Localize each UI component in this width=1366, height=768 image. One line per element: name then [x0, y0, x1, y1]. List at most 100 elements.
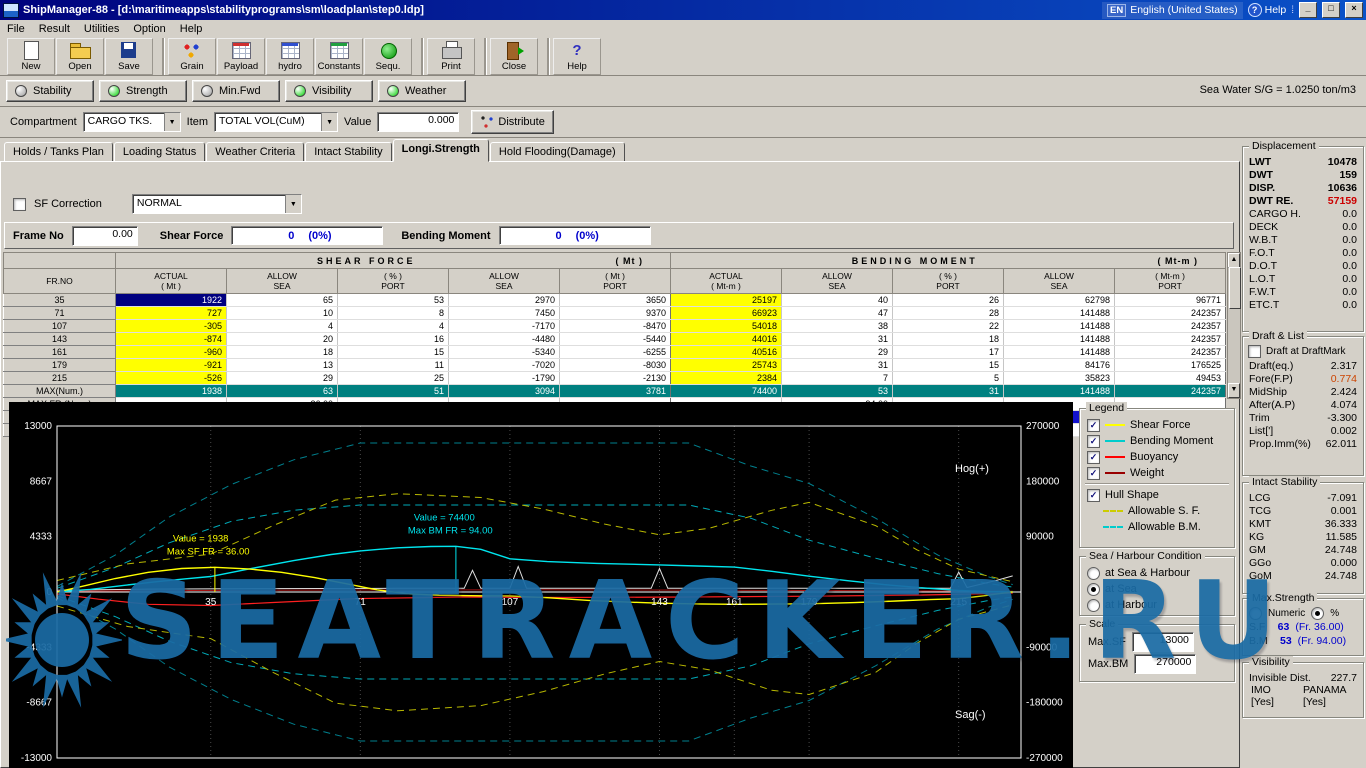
at-sea-radio[interactable] — [1087, 583, 1100, 596]
table-cell[interactable]: 141488 — [1004, 307, 1115, 320]
table-cell[interactable]: 54018 — [671, 320, 782, 333]
fr-no-cell[interactable]: 71 — [4, 307, 116, 320]
language-bar-grip-icon[interactable]: ⁞ — [1291, 5, 1294, 16]
table-cell[interactable]: -7020 — [449, 359, 560, 372]
tab-holds-tanks-plan[interactable]: Holds / Tanks Plan — [4, 142, 113, 163]
table-cell[interactable]: 4 — [338, 320, 449, 333]
compartment-select[interactable]: CARGO TKS. ▼ — [83, 112, 181, 132]
weather-mode-button[interactable]: Weather — [378, 80, 466, 102]
visibility-mode-button[interactable]: Visibility — [285, 80, 373, 102]
minimize-button[interactable]: _ — [1299, 2, 1317, 18]
new-button[interactable]: New — [7, 38, 55, 75]
table-cell[interactable]: 242357 — [1115, 320, 1226, 333]
at-harbour-radio[interactable] — [1087, 599, 1100, 612]
constants-button[interactable]: Constants — [315, 38, 363, 75]
table-cell[interactable]: 53 — [338, 294, 449, 307]
table-cell[interactable]: 35823 — [1004, 372, 1115, 385]
menu-item-result[interactable]: Result — [32, 22, 77, 36]
save-button[interactable]: Save — [105, 38, 153, 75]
sf-correction-checkbox[interactable] — [13, 198, 26, 211]
table-cell[interactable]: 15 — [893, 359, 1004, 372]
table-cell[interactable]: -874 — [116, 333, 227, 346]
item-select[interactable]: TOTAL VOL(CuM) ▼ — [214, 112, 338, 132]
table-cell[interactable]: -305 — [116, 320, 227, 333]
menu-item-utilities[interactable]: Utilities — [77, 22, 126, 36]
help-button[interactable]: ?Help — [553, 38, 601, 75]
radio-at-sea[interactable]: at Sea — [1080, 581, 1234, 597]
table-cell[interactable]: -5340 — [449, 346, 560, 359]
table-cell[interactable]: -7170 — [449, 320, 560, 333]
table-cell[interactable]: 84176 — [1004, 359, 1115, 372]
tab-longi-strength[interactable]: Longi.Strength — [393, 139, 489, 162]
titlebar-help[interactable]: ? Help — [1248, 3, 1287, 17]
table-cell[interactable]: 5 — [893, 372, 1004, 385]
tab-loading-status[interactable]: Loading Status — [114, 142, 205, 163]
table-cell[interactable]: 63 — [227, 385, 338, 398]
chevron-down-icon[interactable]: ▼ — [285, 195, 301, 213]
table-cell[interactable]: 25197 — [671, 294, 782, 307]
bending-moment-checkbox[interactable]: ✓ — [1087, 435, 1100, 448]
hull-shape-checkbox[interactable]: ✓ — [1087, 489, 1100, 502]
table-cell[interactable]: -6255 — [560, 346, 671, 359]
table-cell[interactable]: 22 — [893, 320, 1004, 333]
table-cell[interactable]: 40516 — [671, 346, 782, 359]
table-cell[interactable]: 4 — [227, 320, 338, 333]
table-cell[interactable]: 3781 — [560, 385, 671, 398]
table-cell[interactable]: -921 — [116, 359, 227, 372]
buoyancy-checkbox[interactable]: ✓ — [1087, 451, 1100, 464]
table-cell[interactable]: 40 — [782, 294, 893, 307]
table-cell[interactable]: 242357 — [1115, 333, 1226, 346]
fr-no-cell[interactable]: 179 — [4, 359, 116, 372]
table-cell[interactable]: 29 — [782, 346, 893, 359]
language-bar[interactable]: EN English (United States) — [1102, 2, 1243, 19]
table-cell[interactable]: 66923 — [671, 307, 782, 320]
table-cell[interactable]: 141488 — [1004, 346, 1115, 359]
table-cell[interactable]: 28 — [893, 307, 1004, 320]
table-cell[interactable]: 3650 — [560, 294, 671, 307]
maximize-button[interactable]: □ — [1322, 2, 1340, 18]
menu-item-file[interactable]: File — [0, 22, 32, 36]
chevron-down-icon[interactable]: ▼ — [164, 113, 180, 131]
table-cell[interactable]: 141488 — [1004, 320, 1115, 333]
table-cell[interactable]: -1790 — [449, 372, 560, 385]
frame-no-input[interactable]: 0.00 — [72, 226, 138, 246]
table-cell[interactable]: 29 — [227, 372, 338, 385]
table-cell[interactable]: 47 — [782, 307, 893, 320]
table-scrollbar[interactable]: ▲ ▼ — [1227, 252, 1241, 399]
table-cell[interactable]: 15 — [338, 346, 449, 359]
table-cell[interactable]: 25 — [338, 372, 449, 385]
print-button[interactable]: Print — [427, 38, 475, 75]
strength-mode-button[interactable]: Strength — [99, 80, 187, 102]
fr-no-cell[interactable]: 107 — [4, 320, 116, 333]
table-cell[interactable]: -4480 — [449, 333, 560, 346]
table-cell[interactable]: 38 — [782, 320, 893, 333]
table-cell[interactable]: 2384 — [671, 372, 782, 385]
table-cell[interactable]: 96771 — [1115, 294, 1226, 307]
table-cell[interactable]: 31 — [782, 359, 893, 372]
table-cell[interactable]: 13 — [227, 359, 338, 372]
table-cell[interactable]: 62798 — [1004, 294, 1115, 307]
table-cell[interactable]: -8470 — [560, 320, 671, 333]
close-button[interactable]: Close — [490, 38, 538, 75]
table-cell[interactable]: 25743 — [671, 359, 782, 372]
table-cell[interactable]: 141488 — [1004, 333, 1115, 346]
payload-button[interactable]: Payload — [217, 38, 265, 75]
fr-no-cell[interactable]: 143 — [4, 333, 116, 346]
table-cell[interactable]: 44016 — [671, 333, 782, 346]
table-cell[interactable]: 9370 — [560, 307, 671, 320]
table-cell[interactable]: 31 — [782, 333, 893, 346]
table-cell[interactable]: 18 — [227, 346, 338, 359]
table-cell[interactable]: -2130 — [560, 372, 671, 385]
scroll-down-icon[interactable]: ▼ — [1228, 383, 1240, 398]
radio-at-harbour[interactable]: at Harbour — [1080, 597, 1234, 613]
open-button[interactable]: Open — [56, 38, 104, 75]
table-cell[interactable]: 3094 — [449, 385, 560, 398]
menu-item-option[interactable]: Option — [126, 22, 172, 36]
table-cell[interactable]: 176525 — [1115, 359, 1226, 372]
table-cell[interactable]: 7450 — [449, 307, 560, 320]
tab-intact-stability[interactable]: Intact Stability — [305, 142, 391, 163]
table-cell[interactable]: 2970 — [449, 294, 560, 307]
sf-correction-select[interactable]: NORMAL ▼ — [132, 194, 302, 214]
strength-chart[interactable]: 13000866743330-4333-8667-130002700001800… — [9, 402, 1073, 768]
close-window-button[interactable]: × — [1345, 2, 1363, 18]
